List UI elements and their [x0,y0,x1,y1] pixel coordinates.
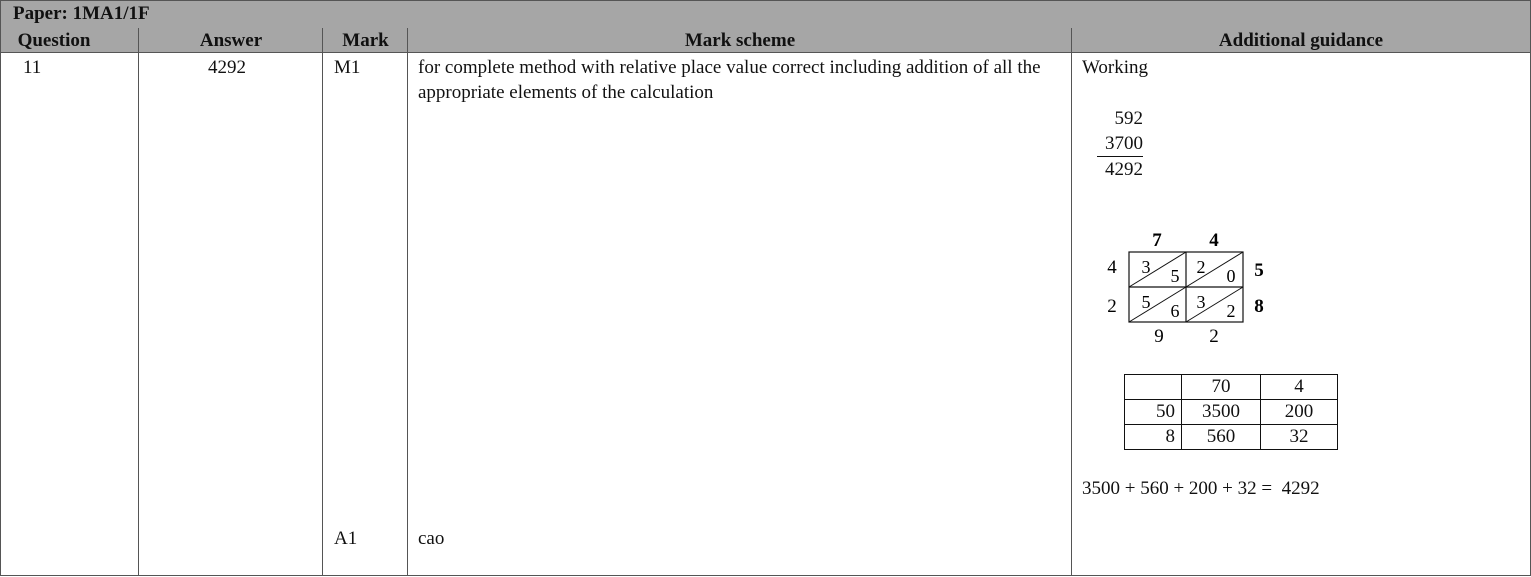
grid-cell: 200 [1260,399,1338,425]
lattice-cell-units: 0 [1227,266,1236,286]
lattice-top-digit: 4 [1209,230,1219,251]
header-answer: Answer [199,30,263,51]
mark-scheme-m1: for complete method with relative place … [418,57,1041,103]
lattice-cell-units: 2 [1227,301,1236,321]
answer-value: 4292 [208,57,246,78]
paper-title: Paper: 1MA1/1F [13,3,150,24]
mark-scheme-a1: cao [418,528,445,549]
column-addition: 592 3700 4292 [1097,106,1143,182]
mark-code-a1: A1 [334,528,358,549]
addition-total: 4292 [1105,159,1143,180]
header-additional-guidance: Additional guidance [1218,30,1384,51]
grid-cell: 4 [1260,374,1338,400]
grid-cell: 3500 [1181,399,1261,425]
grid-cell [1124,374,1182,400]
grid-row: 8 560 32 [1124,424,1338,450]
grid-cell: 8 [1124,424,1182,450]
grid-header-row: 70 4 [1124,374,1338,400]
lattice-cell-tens: 2 [1197,257,1206,277]
column-divider [407,28,408,576]
lattice-left-digit: 4 [1107,257,1117,278]
grid-row: 50 3500 200 [1124,399,1338,425]
column-divider [1071,28,1072,576]
sum-calculation: 3500 + 560 + 200 + 32 = 4292 [1082,478,1320,499]
working-label: Working [1082,57,1149,78]
lattice-left-digit: 2 [1107,296,1117,317]
lattice-bottom-digit: 9 [1154,326,1164,347]
addition-line-2: 3700 [1097,131,1143,157]
lattice-right-digit: 5 [1254,260,1264,281]
lattice-bottom-digit: 2 [1209,326,1219,347]
lattice-cell-units: 6 [1171,301,1180,321]
lattice-cell-tens: 5 [1142,292,1151,312]
addition-line-1: 592 [1114,108,1144,129]
column-divider [138,28,139,576]
question-number: 11 [23,57,42,78]
lattice-multiplication: 7 4 4 2 5 8 3 5 2 0 5 6 3 2 9 2 [1107,230,1264,347]
header-mark-scheme: Mark scheme [684,30,796,51]
lattice-top-digit: 7 [1152,230,1162,251]
lattice-right-digit: 8 [1254,296,1264,317]
table-header-row: Question Answer Mark Mark scheme Additio… [0,28,1531,53]
grid-method-table: 70 4 50 3500 200 8 560 32 [1124,374,1338,450]
mark-code-m1: M1 [334,57,361,78]
lattice-cell-units: 5 [1171,266,1180,286]
grid-cell: 50 [1124,399,1182,425]
grid-cell: 32 [1260,424,1338,450]
lattice-cell-tens: 3 [1142,257,1151,277]
grid-cell: 70 [1181,374,1261,400]
header-question: Question [17,30,91,51]
header-mark: Mark [342,30,389,51]
column-divider [322,28,323,576]
grid-cell: 560 [1181,424,1261,450]
paper-title-bar: Paper: 1MA1/1F [0,0,1531,29]
lattice-cell-tens: 3 [1197,292,1206,312]
